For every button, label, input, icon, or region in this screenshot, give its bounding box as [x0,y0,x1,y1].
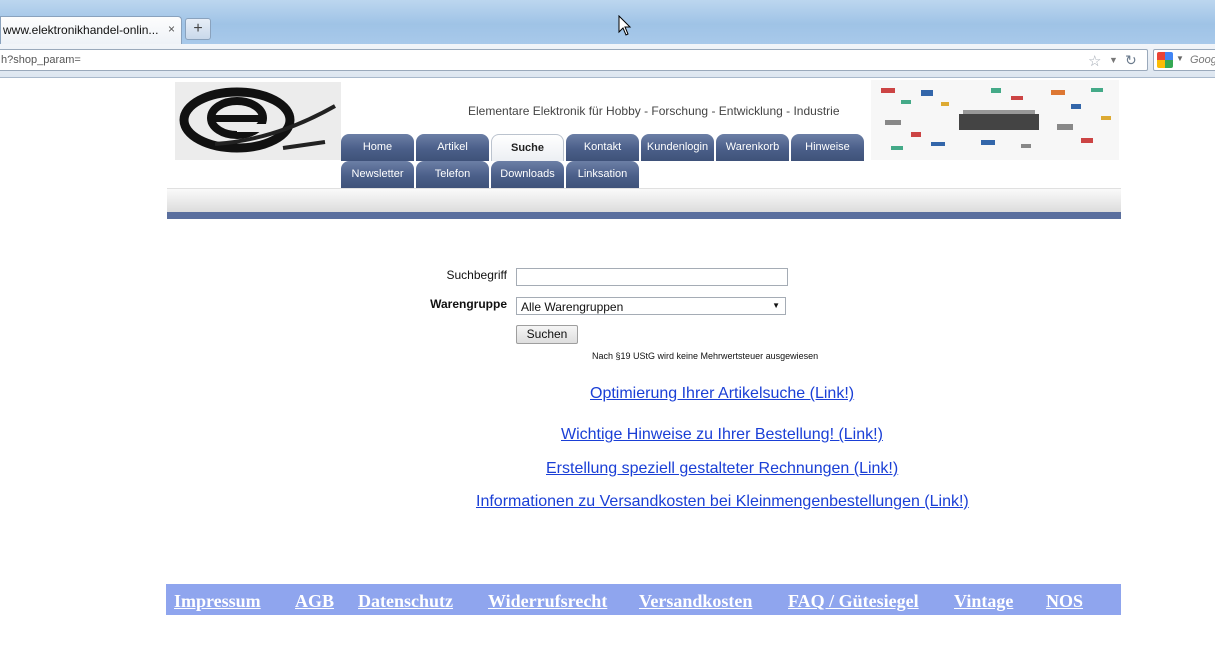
link-shipping-costs[interactable]: Informationen zu Versandkosten bei Klein… [476,493,969,511]
tab-telefon[interactable]: Telefon [416,161,489,188]
search-button[interactable]: Suchen [516,325,578,344]
tab-hinweise[interactable]: Hinweise [791,134,864,161]
address-bar[interactable]: h?shop_param= ☆ ▼ ↻ [0,49,1148,71]
reload-icon[interactable]: ↻ [1125,52,1137,69]
tab-linksation[interactable]: Linksation [566,161,639,188]
components-banner-image [871,80,1119,160]
footer-link-impressum[interactable]: Impressum [174,591,261,612]
site-logo[interactable] [175,82,341,160]
new-tab-button[interactable]: + [185,18,211,40]
site-tagline: Elementare Elektronik für Hobby - Forsch… [468,104,840,118]
search-engine-dropdown-icon[interactable]: ▼ [1176,54,1184,63]
header-divider [167,188,1121,212]
url-text: h?shop_param= [1,54,81,66]
tab-title: www.elektronikhandel-onlin... [3,23,159,37]
mouse-cursor-icon [618,15,632,36]
google-icon[interactable] [1157,52,1173,68]
tab-kundenlogin[interactable]: Kundenlogin [641,134,714,161]
footer-link-nos[interactable]: NOS [1046,591,1083,612]
search-bar[interactable]: ▼ Goog [1153,49,1215,71]
search-input[interactable] [516,268,788,286]
browser-navbar: h?shop_param= ☆ ▼ ↻ ▼ Goog [0,44,1215,78]
footer-bar: Impressum AGB Datenschutz Widerrufsrecht… [166,584,1121,615]
search-term-label: Suchbegriff [446,268,508,282]
product-group-value: Alle Warengruppen [521,300,624,314]
product-group-select[interactable]: Alle Warengruppen ▼ [516,297,786,315]
link-order-notes[interactable]: Wichtige Hinweise zu Ihrer Bestellung! (… [561,426,883,444]
tab-downloads[interactable]: Downloads [491,161,564,188]
bookmark-star-icon[interactable]: ☆ [1088,52,1101,70]
browser-tab[interactable]: www.elektronikhandel-onlin... × [0,16,182,44]
history-dropdown-icon[interactable]: ▼ [1109,55,1118,65]
chevron-down-icon: ▼ [772,301,780,310]
footer-link-datenschutz[interactable]: Datenschutz [358,591,453,612]
link-search-optimization[interactable]: Optimierung Ihrer Artikelsuche (Link!) [590,385,854,403]
footer-link-faq[interactable]: FAQ / Gütesiegel [788,591,919,612]
browser-titlebar: www.elektronikhandel-onlin... × + [0,0,1215,44]
tab-suche[interactable]: Suche [491,134,564,161]
footer-link-vintage[interactable]: Vintage [954,591,1013,612]
tab-newsletter[interactable]: Newsletter [341,161,414,188]
product-group-label: Warengruppe [430,297,507,311]
footer-link-agb[interactable]: AGB [295,591,334,612]
logo-e-icon [179,87,336,153]
footer-link-versandkosten[interactable]: Versandkosten [639,591,752,612]
tab-warenkorb[interactable]: Warenkorb [716,134,789,161]
footer-link-widerrufsrecht[interactable]: Widerrufsrecht [488,591,607,612]
tax-note: Nach §19 UStG wird keine Mehrwertsteuer … [592,351,819,361]
search-placeholder: Goog [1190,54,1215,66]
link-invoices[interactable]: Erstellung speziell gestalteter Rechnung… [546,460,898,478]
close-tab-icon[interactable]: × [168,22,175,36]
header-accent-bar [167,212,1121,219]
tab-artikel[interactable]: Artikel [416,134,489,161]
tab-kontakt[interactable]: Kontakt [566,134,639,161]
tab-home[interactable]: Home [341,134,414,161]
